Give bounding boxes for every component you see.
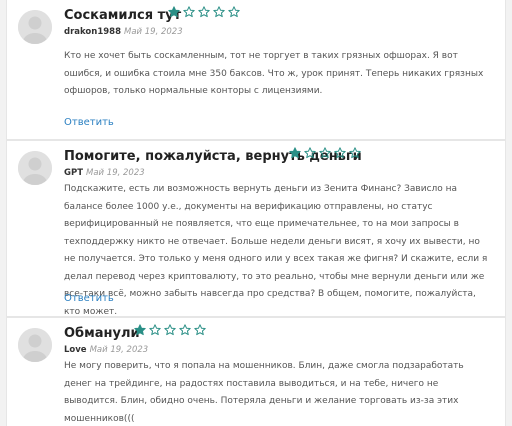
star-empty-icon	[213, 6, 225, 18]
star-filled-icon	[289, 147, 301, 159]
review-date: Май 19, 2023	[124, 27, 183, 37]
review-text: Кто не хочет быть соскамленным, тот не т…	[64, 51, 484, 96]
review-title: Обманули	[64, 326, 140, 341]
star-empty-icon	[183, 6, 195, 18]
star-empty-icon	[319, 147, 331, 159]
star-filled-icon	[134, 324, 146, 336]
star-empty-icon	[194, 324, 206, 336]
star-rating	[289, 147, 361, 159]
review-date: Май 19, 2023	[89, 345, 149, 355]
reply-link[interactable]: Ответить	[64, 293, 114, 304]
star-rating	[168, 6, 240, 18]
review-card: Помогите, пожалуйста, вернуть деньги GPT…	[6, 140, 506, 317]
star-empty-icon	[334, 147, 346, 159]
star-filled-icon	[168, 6, 180, 18]
review-card: Обманули Love Май 19, 2023 Не могу повери…	[6, 317, 506, 426]
star-rating	[134, 324, 206, 336]
review-text: Не могу поверить, что я попала на мошенн…	[64, 361, 464, 424]
avatar	[18, 328, 52, 362]
review-meta: GPT Май 19, 2023	[64, 168, 145, 178]
review-meta: drakon1988 Май 19, 2023	[64, 27, 183, 37]
star-empty-icon	[198, 6, 210, 18]
star-empty-icon	[179, 324, 191, 336]
review-date: Май 19, 2023	[86, 168, 145, 178]
review-meta: Love Май 19, 2023	[64, 345, 148, 355]
author-name[interactable]: Love	[64, 345, 87, 355]
review-card: Соскамился тут drakon1988 Май 19, 2023 Кт…	[6, 0, 506, 140]
star-empty-icon	[304, 147, 316, 159]
star-empty-icon	[349, 147, 361, 159]
star-empty-icon	[228, 6, 240, 18]
star-empty-icon	[149, 324, 161, 336]
reply-link[interactable]: Ответить	[64, 117, 114, 128]
review-title: Соскамился тут	[64, 8, 182, 23]
avatar	[18, 151, 52, 185]
review-text: Подскажите, есть ли возможность вернуть …	[64, 184, 488, 317]
author-name[interactable]: GPT	[64, 168, 83, 178]
star-empty-icon	[164, 324, 176, 336]
author-name[interactable]: drakon1988	[64, 27, 121, 37]
avatar	[18, 10, 52, 44]
